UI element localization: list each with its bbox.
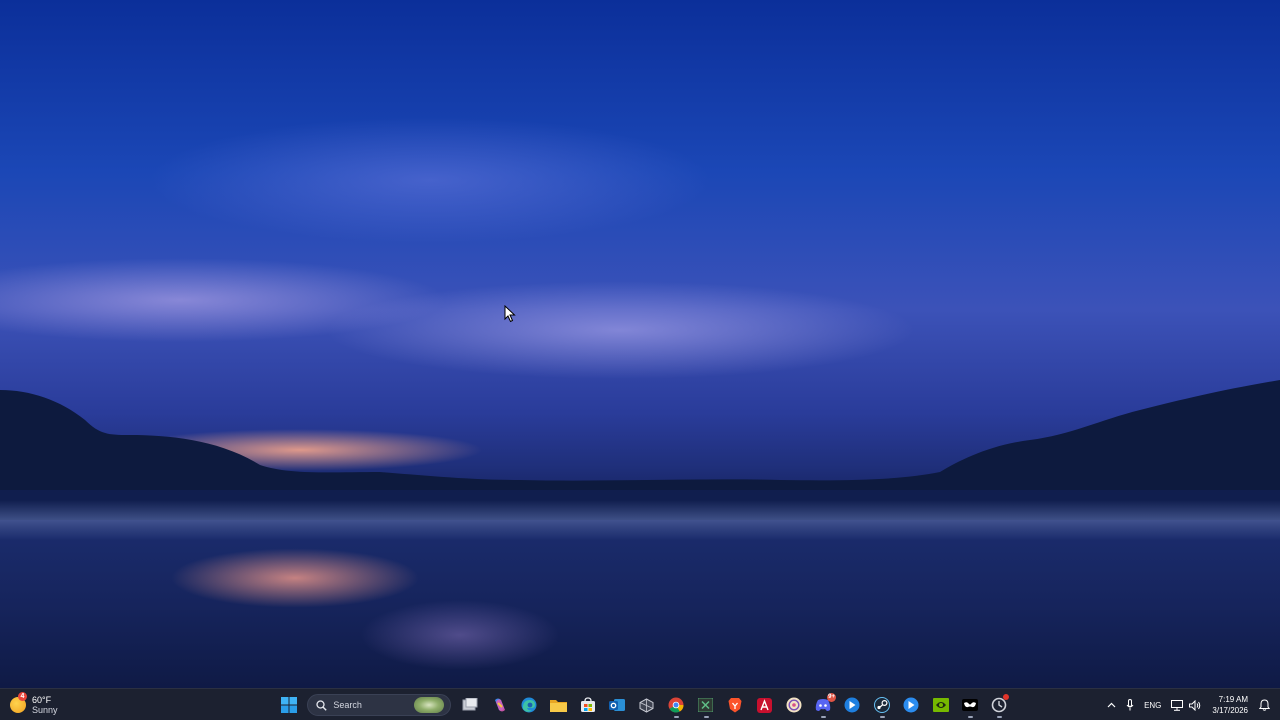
search-label: Search (333, 700, 362, 710)
desktop-wallpaper (0, 0, 1280, 688)
acrobat-icon (756, 697, 772, 713)
sunset-reflection (170, 548, 420, 608)
clock-time: 7:19 AM (1218, 695, 1248, 704)
task-view-icon (462, 698, 478, 711)
chevron-up-icon (1107, 702, 1116, 708)
brave-button[interactable] (722, 692, 748, 718)
taskbar-apps: Search 9+ (276, 692, 1016, 718)
microsoft-store-button[interactable] (575, 692, 601, 718)
system-tray: ENG 7:19 AM 3/17/2026 (1102, 689, 1280, 721)
clock-date: 3/17/2026 (1212, 706, 1248, 715)
blue-app2-icon (903, 697, 919, 713)
network-icon (1171, 699, 1184, 711)
discord-badge: 9+ (827, 693, 837, 702)
outlook-button[interactable] (604, 692, 630, 718)
bell-icon (1259, 699, 1270, 711)
weather-badge: 4 (18, 692, 27, 701)
app-ring-button[interactable] (986, 692, 1012, 718)
app-mask-button[interactable] (957, 692, 983, 718)
excel-icon (698, 698, 714, 712)
show-hidden-icons-button[interactable] (1102, 692, 1121, 718)
mouse-cursor-icon (504, 305, 516, 323)
edge-icon (521, 697, 537, 713)
app-blue-button[interactable] (839, 692, 865, 718)
weather-condition: Sunny (32, 705, 58, 715)
notifications-button[interactable] (1254, 692, 1280, 718)
start-button[interactable] (276, 692, 302, 718)
taskbar: 4 60°F Sunny Search 9+ ENG 7:19 AM 3/17/… (0, 688, 1280, 720)
steam-icon (873, 697, 890, 713)
steam-button[interactable] (869, 692, 895, 718)
search-input[interactable]: Search (307, 694, 452, 716)
chrome-icon (668, 697, 684, 713)
circle-app-icon (786, 697, 802, 713)
store-icon (580, 697, 595, 712)
app-blue2-button[interactable] (898, 692, 924, 718)
windows-logo-icon (281, 697, 297, 713)
sky-reflection (360, 600, 560, 670)
clock[interactable]: 7:19 AM 3/17/2026 (1206, 694, 1254, 716)
microphone-icon (1126, 699, 1134, 711)
excel-button[interactable] (693, 692, 719, 718)
notification-dot (1003, 694, 1010, 700)
task-view-button[interactable] (457, 692, 483, 718)
language-indicator[interactable]: ENG (1139, 692, 1166, 718)
microphone-button[interactable] (1121, 692, 1139, 718)
app-circle-button[interactable] (781, 692, 807, 718)
nvidia-icon (932, 698, 949, 712)
brave-icon (728, 698, 742, 713)
lake-mist (0, 500, 1280, 540)
quick-settings-button[interactable] (1166, 692, 1206, 718)
app-cube-button[interactable] (634, 692, 660, 718)
edge-button[interactable] (516, 692, 542, 718)
weather-temperature: 60°F (32, 695, 52, 705)
search-highlight-image (414, 697, 445, 713)
weather-widget[interactable]: 4 60°F Sunny (10, 692, 58, 718)
discord-button[interactable]: 9+ (810, 692, 837, 718)
search-icon (316, 699, 328, 711)
hills-silhouette (0, 380, 1280, 520)
language-label: ENG (1144, 700, 1162, 710)
cube-icon (639, 697, 654, 713)
volume-icon (1189, 699, 1201, 711)
chrome-button[interactable] (663, 692, 689, 718)
copilot-icon (494, 698, 505, 712)
mask-icon (962, 699, 979, 711)
blue-app-icon (844, 697, 860, 713)
sun-icon: 4 (10, 692, 27, 713)
file-explorer-button[interactable] (546, 692, 572, 718)
copilot-button[interactable] (487, 692, 513, 718)
outlook-icon (609, 699, 626, 711)
nvidia-button[interactable] (928, 692, 954, 718)
acrobat-button[interactable] (751, 692, 777, 718)
folder-icon (550, 700, 568, 712)
